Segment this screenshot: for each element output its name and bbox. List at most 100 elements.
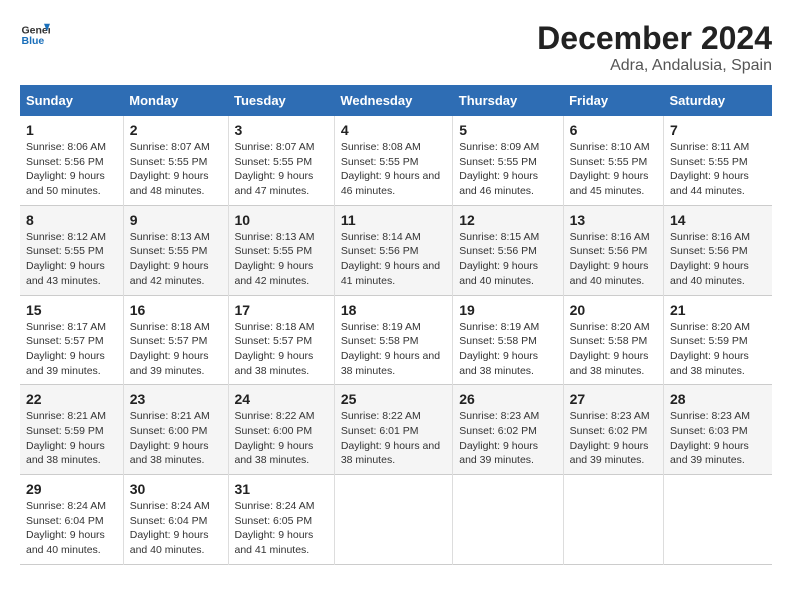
day-info: Sunrise: 8:15 AMSunset: 5:56 PMDaylight:… (459, 230, 556, 289)
day-number: 30 (130, 481, 222, 497)
day-info: Sunrise: 8:07 AMSunset: 5:55 PMDaylight:… (235, 140, 328, 199)
day-number: 1 (26, 122, 117, 138)
day-number: 19 (459, 302, 556, 318)
calendar-body: 1 Sunrise: 8:06 AMSunset: 5:56 PMDaylight… (20, 116, 772, 564)
day-info: Sunrise: 8:23 AMSunset: 6:03 PMDaylight:… (670, 409, 766, 468)
day-info: Sunrise: 8:06 AMSunset: 5:56 PMDaylight:… (26, 140, 117, 199)
calendar-table: Sunday Monday Tuesday Wednesday Thursday… (20, 85, 772, 565)
day-info: Sunrise: 8:14 AMSunset: 5:56 PMDaylight:… (341, 230, 446, 289)
calendar-subtitle: Adra, Andalusia, Spain (537, 57, 772, 75)
day-info: Sunrise: 8:16 AMSunset: 5:56 PMDaylight:… (670, 230, 766, 289)
day-cell: 22Sunrise: 8:21 AMSunset: 5:59 PMDayligh… (20, 385, 123, 475)
day-cell: 19 Sunrise: 8:19 AMSunset: 5:58 PMDayligh… (453, 295, 563, 385)
day-info: Sunrise: 8:24 AMSunset: 6:04 PMDaylight:… (26, 499, 117, 558)
week-row-2: 8 Sunrise: 8:12 AMSunset: 5:55 PMDaylight… (20, 205, 772, 295)
day-number: 8 (26, 212, 117, 228)
day-cell: 16 Sunrise: 8:18 AMSunset: 5:57 PMDayligh… (123, 295, 228, 385)
day-info: Sunrise: 8:21 AMSunset: 6:00 PMDaylight:… (130, 409, 222, 468)
week-row-1: 1 Sunrise: 8:06 AMSunset: 5:56 PMDaylight… (20, 116, 772, 205)
day-cell: 15Sunrise: 8:17 AMSunset: 5:57 PMDayligh… (20, 295, 123, 385)
day-info: Sunrise: 8:22 AMSunset: 6:00 PMDaylight:… (235, 409, 328, 468)
day-info: Sunrise: 8:23 AMSunset: 6:02 PMDaylight:… (459, 409, 556, 468)
calendar-title: December 2024 (537, 20, 772, 57)
day-info: Sunrise: 8:13 AMSunset: 5:55 PMDaylight:… (130, 230, 222, 289)
day-number: 9 (130, 212, 222, 228)
day-info: Sunrise: 8:20 AMSunset: 5:59 PMDaylight:… (670, 320, 766, 379)
header-friday: Friday (563, 85, 663, 116)
week-row-5: 29 Sunrise: 8:24 AMSunset: 6:04 PMDayligh… (20, 475, 772, 565)
day-number: 15 (26, 302, 117, 318)
week-row-3: 15Sunrise: 8:17 AMSunset: 5:57 PMDayligh… (20, 295, 772, 385)
day-info: Sunrise: 8:10 AMSunset: 5:55 PMDaylight:… (570, 140, 657, 199)
header-monday: Monday (123, 85, 228, 116)
day-number: 5 (459, 122, 556, 138)
day-info: Sunrise: 8:08 AMSunset: 5:55 PMDaylight:… (341, 140, 446, 199)
day-info: Sunrise: 8:16 AMSunset: 5:56 PMDaylight:… (570, 230, 657, 289)
day-number: 24 (235, 391, 328, 407)
day-cell (563, 475, 663, 565)
day-cell: 18 Sunrise: 8:19 AMSunset: 5:58 PMDayligh… (334, 295, 452, 385)
day-cell (664, 475, 772, 565)
calendar-header: Sunday Monday Tuesday Wednesday Thursday… (20, 85, 772, 116)
day-info: Sunrise: 8:20 AMSunset: 5:58 PMDaylight:… (570, 320, 657, 379)
header-thursday: Thursday (453, 85, 563, 116)
day-number: 10 (235, 212, 328, 228)
title-section: December 2024 Adra, Andalusia, Spain (537, 20, 772, 75)
day-number: 26 (459, 391, 556, 407)
logo: General Blue (20, 20, 52, 50)
day-number: 7 (670, 122, 766, 138)
day-number: 18 (341, 302, 446, 318)
day-info: Sunrise: 8:18 AMSunset: 5:57 PMDaylight:… (235, 320, 328, 379)
day-info: Sunrise: 8:12 AMSunset: 5:55 PMDaylight:… (26, 230, 117, 289)
day-number: 4 (341, 122, 446, 138)
day-cell (334, 475, 452, 565)
header-sunday: Sunday (20, 85, 123, 116)
day-info: Sunrise: 8:19 AMSunset: 5:58 PMDaylight:… (459, 320, 556, 379)
day-info: Sunrise: 8:18 AMSunset: 5:57 PMDaylight:… (130, 320, 222, 379)
header-wednesday: Wednesday (334, 85, 452, 116)
day-cell: 7 Sunrise: 8:11 AMSunset: 5:55 PMDaylight… (664, 116, 772, 205)
day-number: 13 (570, 212, 657, 228)
day-number: 25 (341, 391, 446, 407)
day-cell: 24 Sunrise: 8:22 AMSunset: 6:00 PMDayligh… (228, 385, 334, 475)
day-cell: 20 Sunrise: 8:20 AMSunset: 5:58 PMDayligh… (563, 295, 663, 385)
day-info: Sunrise: 8:24 AMSunset: 6:05 PMDaylight:… (235, 499, 328, 558)
day-cell: 17Sunrise: 8:18 AMSunset: 5:57 PMDayligh… (228, 295, 334, 385)
day-cell: 31 Sunrise: 8:24 AMSunset: 6:05 PMDayligh… (228, 475, 334, 565)
day-info: Sunrise: 8:11 AMSunset: 5:55 PMDaylight:… (670, 140, 766, 199)
day-number: 16 (130, 302, 222, 318)
day-number: 14 (670, 212, 766, 228)
day-info: Sunrise: 8:23 AMSunset: 6:02 PMDaylight:… (570, 409, 657, 468)
day-number: 11 (341, 212, 446, 228)
day-number: 20 (570, 302, 657, 318)
day-number: 31 (235, 481, 328, 497)
day-number: 29 (26, 481, 117, 497)
day-info: Sunrise: 8:22 AMSunset: 6:01 PMDaylight:… (341, 409, 446, 468)
week-row-4: 22Sunrise: 8:21 AMSunset: 5:59 PMDayligh… (20, 385, 772, 475)
day-number: 3 (235, 122, 328, 138)
header-saturday: Saturday (664, 85, 772, 116)
day-cell: 4 Sunrise: 8:08 AMSunset: 5:55 PMDaylight… (334, 116, 452, 205)
day-number: 12 (459, 212, 556, 228)
day-cell: 8 Sunrise: 8:12 AMSunset: 5:55 PMDaylight… (20, 205, 123, 295)
day-info: Sunrise: 8:19 AMSunset: 5:58 PMDaylight:… (341, 320, 446, 379)
day-info: Sunrise: 8:21 AMSunset: 5:59 PMDaylight:… (26, 409, 117, 468)
day-cell: 1 Sunrise: 8:06 AMSunset: 5:56 PMDaylight… (20, 116, 123, 205)
logo-icon: General Blue (20, 20, 50, 50)
day-cell: 3 Sunrise: 8:07 AMSunset: 5:55 PMDaylight… (228, 116, 334, 205)
day-info: Sunrise: 8:24 AMSunset: 6:04 PMDaylight:… (130, 499, 222, 558)
day-info: Sunrise: 8:13 AMSunset: 5:55 PMDaylight:… (235, 230, 328, 289)
day-cell (453, 475, 563, 565)
day-cell: 29 Sunrise: 8:24 AMSunset: 6:04 PMDayligh… (20, 475, 123, 565)
day-cell: 21Sunrise: 8:20 AMSunset: 5:59 PMDayligh… (664, 295, 772, 385)
day-cell: 13 Sunrise: 8:16 AMSunset: 5:56 PMDayligh… (563, 205, 663, 295)
day-number: 2 (130, 122, 222, 138)
day-cell: 11 Sunrise: 8:14 AMSunset: 5:56 PMDayligh… (334, 205, 452, 295)
svg-text:Blue: Blue (22, 35, 45, 47)
header-row: Sunday Monday Tuesday Wednesday Thursday… (20, 85, 772, 116)
day-cell: 28Sunrise: 8:23 AMSunset: 6:03 PMDayligh… (664, 385, 772, 475)
day-cell: 10 Sunrise: 8:13 AMSunset: 5:55 PMDayligh… (228, 205, 334, 295)
day-cell: 23Sunrise: 8:21 AMSunset: 6:00 PMDayligh… (123, 385, 228, 475)
day-number: 6 (570, 122, 657, 138)
day-cell: 5Sunrise: 8:09 AMSunset: 5:55 PMDaylight… (453, 116, 563, 205)
